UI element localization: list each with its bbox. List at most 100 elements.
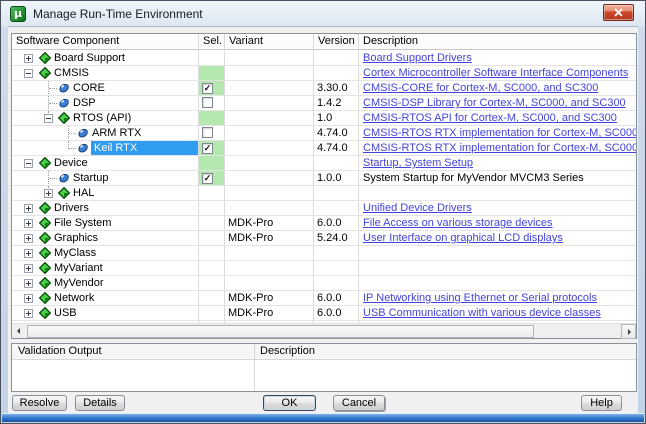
component-group-icon <box>39 202 51 214</box>
table-row[interactable]: DSP1.4.2CMSIS-DSP Library for Cortex-M, … <box>12 96 636 111</box>
table-row[interactable]: Keil RTX✓4.74.0CMSIS-RTOS RTX implementa… <box>12 141 636 156</box>
scroll-left-arrow-icon[interactable] <box>12 324 27 339</box>
column-header-description: Description <box>359 34 636 49</box>
table-row[interactable]: Startup✓1.0.0System Startup for MyVendor… <box>12 171 636 186</box>
component-group-icon <box>39 247 51 259</box>
description-link[interactable]: CMSIS-DSP Library for Cortex-M, SC000, a… <box>363 97 626 109</box>
table-row[interactable]: RTOS (API) 1.0 CMSIS-RTOS API for Cortex-M… <box>12 111 636 126</box>
tree-expand-icon[interactable] <box>24 294 33 303</box>
table-row[interactable]: GraphicsMDK-Pro5.24.0User Interface on g… <box>12 231 636 246</box>
selection-checkbox[interactable]: ✓ <box>202 143 213 154</box>
variant-cell <box>225 51 314 65</box>
component-group-icon <box>39 292 51 304</box>
version-cell: 6.0.0 <box>314 216 359 230</box>
table-row[interactable]: Board Support Board Support Drivers <box>12 51 636 66</box>
description-cell: CMSIS-RTOS RTX implementation for Cortex… <box>359 126 636 140</box>
description-cell: Board Support Drivers <box>359 51 636 65</box>
variant-cell: MDK-Pro <box>225 231 314 245</box>
selection-checkbox[interactable]: ✓ <box>202 173 213 184</box>
close-button[interactable] <box>603 4 634 21</box>
description-link[interactable]: User Interface on graphical LCD displays <box>363 232 563 244</box>
tree-expand-icon[interactable] <box>24 54 33 63</box>
description-link[interactable]: USB Communication with various device cl… <box>363 307 601 319</box>
scroll-right-arrow-icon[interactable] <box>621 324 636 339</box>
description-link[interactable]: File Access on various storage devices <box>363 217 553 229</box>
description-cell <box>359 276 636 290</box>
tree-expand-icon[interactable] <box>24 264 33 273</box>
selection-checkbox[interactable] <box>202 127 213 138</box>
tree-expand-icon[interactable] <box>24 234 33 243</box>
description-cell: Unified Device Drivers <box>359 201 636 215</box>
table-row[interactable]: HAL <box>12 186 636 201</box>
table-row[interactable]: CORE✓3.30.0CMSIS-CORE for Cortex-M, SC00… <box>12 81 636 96</box>
table-row[interactable]: File SystemMDK-Pro6.0.0File Access on va… <box>12 216 636 231</box>
component-icon <box>58 82 70 94</box>
description-link[interactable]: CMSIS-RTOS RTX implementation for Cortex… <box>363 127 636 139</box>
tree-collapse-icon[interactable] <box>44 114 53 123</box>
tree-expand-icon[interactable] <box>24 309 33 318</box>
description-link[interactable]: CMSIS-CORE for Cortex-M, SC000, and SC30… <box>363 82 598 94</box>
description-link[interactable]: Unified Device Drivers <box>363 202 472 214</box>
sel-cell: ✓ <box>199 141 225 155</box>
table-row[interactable]: CMSIS Cortex Microcontroller Software Int… <box>12 66 636 81</box>
component-label: CMSIS <box>54 67 89 80</box>
component-cell: RTOS (API) <box>12 111 199 125</box>
cancel-button[interactable]: Cancel <box>333 395 385 411</box>
sel-cell <box>199 201 225 215</box>
tree-expand-icon[interactable] <box>44 189 53 198</box>
resolve-button[interactable]: Resolve <box>12 395 67 411</box>
tree-expand-icon[interactable] <box>24 249 33 258</box>
version-cell: 1.4.2 <box>314 96 359 110</box>
sel-cell <box>199 156 225 170</box>
scrollbar-thumb[interactable] <box>27 325 534 338</box>
component-group-icon <box>39 277 51 289</box>
version-cell <box>314 276 359 290</box>
table-row[interactable]: MyClass <box>12 246 636 261</box>
table-row[interactable]: NetworkMDK-Pro6.0.0IP Networking using E… <box>12 291 636 306</box>
tree-expand-icon[interactable] <box>24 204 33 213</box>
table-row[interactable]: MyVariant <box>12 261 636 276</box>
panel-description-header: Description <box>260 344 315 359</box>
component-label: RTOS (API) <box>73 112 131 125</box>
tree-collapse-icon[interactable] <box>24 159 33 168</box>
sel-cell <box>199 231 225 245</box>
version-cell <box>314 186 359 200</box>
tree-connector-line <box>49 88 57 89</box>
component-group-icon <box>39 157 51 169</box>
sel-cell <box>199 306 225 320</box>
table-row[interactable]: DeviceStartup, System Setup <box>12 156 636 171</box>
validation-panel: Validation Output Description <box>11 343 637 392</box>
horizontal-scrollbar[interactable] <box>12 323 636 338</box>
description-link[interactable]: CMSIS-RTOS API for Cortex-M, SC000, and … <box>363 112 617 124</box>
table-row[interactable]: DriversUnified Device Drivers <box>12 201 636 216</box>
table-row[interactable]: MyVendor <box>12 276 636 291</box>
details-button[interactable]: Details <box>75 395 125 411</box>
component-label: USB <box>54 307 77 320</box>
tree-expand-icon[interactable] <box>24 279 33 288</box>
variant-cell <box>225 276 314 290</box>
selection-checkbox[interactable] <box>202 97 213 108</box>
tree-collapse-icon[interactable] <box>24 69 33 78</box>
table-row[interactable]: USBMDK-Pro6.0.0USB Communication with va… <box>12 306 636 321</box>
sel-cell <box>199 291 225 305</box>
tree-expand-icon[interactable] <box>24 219 33 228</box>
description-link[interactable]: Board Support Drivers <box>363 52 472 64</box>
description-cell <box>359 186 636 200</box>
component-label: Board Support <box>54 52 125 65</box>
sel-cell <box>199 261 225 275</box>
window-titlebar[interactable]: µ Manage Run-Time Environment <box>1 1 645 27</box>
variant-cell <box>225 141 314 155</box>
description-link[interactable]: Cortex Microcontroller Software Interfac… <box>363 67 628 79</box>
version-cell: 1.0 <box>314 111 359 125</box>
description-link[interactable]: CMSIS-RTOS RTX implementation for Cortex… <box>363 142 636 154</box>
variant-cell <box>225 81 314 95</box>
app-icon-glyph: µ <box>14 7 22 20</box>
ok-button[interactable]: OK <box>263 395 316 411</box>
description-link[interactable]: Startup, System Setup <box>363 157 473 169</box>
help-button[interactable]: Help <box>581 395 622 411</box>
selection-checkbox[interactable]: ✓ <box>202 83 213 94</box>
close-icon <box>614 8 623 17</box>
description-link[interactable]: IP Networking using Ethernet or Serial p… <box>363 292 597 304</box>
version-cell: 6.0.0 <box>314 291 359 305</box>
table-row[interactable]: ARM RTX4.74.0CMSIS-RTOS RTX implementati… <box>12 126 636 141</box>
